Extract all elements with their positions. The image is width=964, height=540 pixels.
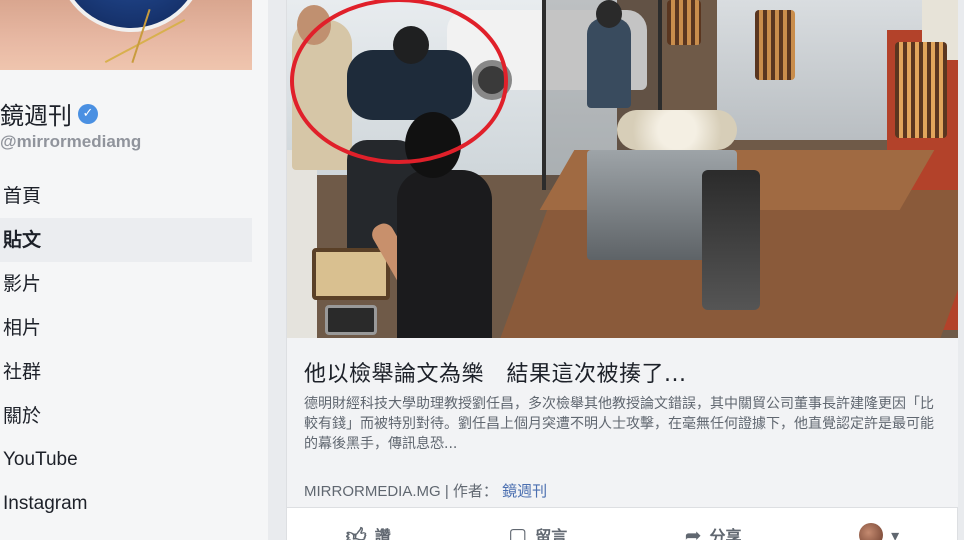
nav-item-community[interactable]: 社群 (0, 350, 252, 394)
like-label: 讚 (374, 527, 391, 540)
nav-item-photos[interactable]: 相片 (0, 306, 252, 350)
photo-column (287, 150, 317, 338)
page-edge (958, 0, 964, 540)
page-title[interactable]: 鏡週刊 ✓ (0, 96, 98, 131)
nav-item-instagram[interactable]: Instagram (0, 482, 252, 526)
nav-item-youtube[interactable]: YouTube (0, 438, 252, 482)
photo-person (587, 18, 631, 108)
link-preview-title[interactable]: 他以檢舉論文為樂 結果這次被揍了... (304, 356, 686, 388)
comment-label: 留言 (535, 527, 568, 540)
photo-tray (312, 248, 390, 300)
post-card: 他以檢舉論文為樂 結果這次被揍了... 德明財經科技大學助理教授劉任昌，多次檢舉… (286, 0, 958, 540)
link-preview[interactable]: 他以檢舉論文為樂 結果這次被揍了... 德明財經科技大學助理教授劉任昌，多次檢舉… (287, 338, 958, 508)
nav-item-videos[interactable]: 影片 (0, 262, 252, 306)
page-sidebar: 鏡週刊 ✓ @mirrormediamg 首頁 貼文 影片 相片 社群 關於 Y… (0, 0, 268, 540)
share-label: 分享 (709, 527, 742, 540)
page-name-text[interactable]: 鏡週刊 (0, 96, 72, 131)
photo-grinder (702, 170, 760, 310)
photo-cups (617, 110, 737, 150)
verified-badge-icon: ✓ (78, 103, 98, 124)
photo-person-head (596, 0, 622, 28)
nav-item-home[interactable]: 首頁 (0, 174, 252, 218)
nav-item-about[interactable]: 關於 (0, 394, 252, 438)
avatar (859, 523, 884, 540)
link-preview-meta: MIRRORMEDIA.MG | 作者： 鏡週刊 (304, 480, 547, 501)
photo-lamp (895, 42, 947, 138)
profile-picture-disc (56, 0, 206, 32)
nav-item-posts[interactable]: 貼文 (0, 218, 252, 262)
page-handle: @mirrormediamg (0, 132, 142, 151)
profile-picture[interactable] (0, 0, 252, 70)
photo-person (397, 170, 492, 338)
link-preview-description: 德明財經科技大學助理教授劉任昌，多次檢舉其他教授論文錯誤，其中關貿公司董事長許建… (304, 396, 934, 452)
photo-register (325, 305, 377, 335)
post-photo[interactable] (287, 0, 958, 338)
page-nav: 首頁 貼文 影片 相片 社群 關於 YouTube Instagram (0, 174, 252, 526)
like-button[interactable]: 👍︎ 讚 (346, 523, 391, 540)
highlight-circle (290, 0, 508, 164)
link-preview-source: MIRRORMEDIA.MG (304, 483, 441, 500)
share-icon: ➦ (684, 523, 702, 540)
chevron-down-icon: ▾ (891, 525, 900, 540)
photo-lamp (755, 10, 795, 80)
link-preview-author-label: | 作者： (444, 483, 498, 500)
post-actions: 👍︎ 讚 ▢ 留言 ➦ 分享 ▾ (287, 520, 958, 540)
photo-lamp (667, 0, 701, 45)
link-preview-author[interactable]: 鏡週刊 (502, 483, 547, 500)
comment-button[interactable]: ▢ 留言 (508, 523, 567, 540)
share-button[interactable]: ➦ 分享 (685, 523, 742, 540)
thumbs-up-icon: 👍︎ (345, 522, 367, 540)
comment-icon: ▢ (508, 523, 528, 540)
post-as-selector[interactable]: ▾ (859, 523, 899, 540)
